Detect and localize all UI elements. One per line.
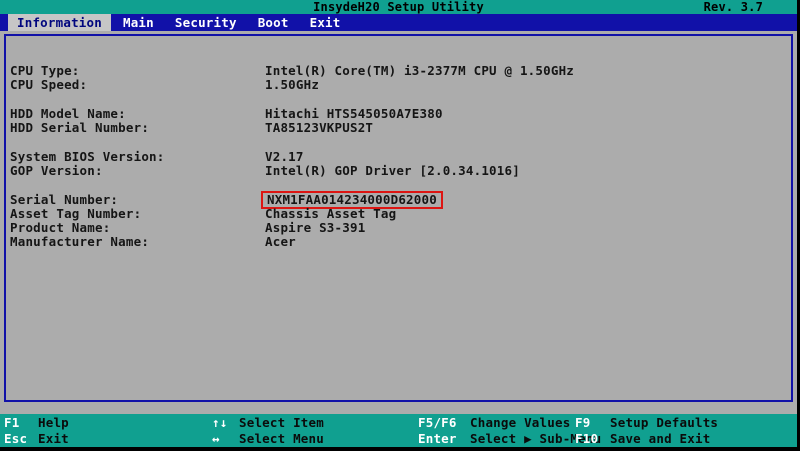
help-select-item: ↑↓ Select Item	[212, 415, 418, 431]
field-label: System BIOS Version:	[10, 149, 165, 164]
app-title: InsydeH20 Setup Utility	[313, 0, 484, 14]
help-bar: F1 Help ↑↓ Select Item F5/F6 Change Values …	[0, 414, 797, 447]
help-label: Help	[38, 415, 69, 430]
product-group: Serial Number: NXM1FAA014234000D62000 As…	[10, 191, 791, 249]
title-bar: InsydeH20 Setup Utility Rev. 3.7	[0, 0, 797, 14]
help-select-menu: ↔ Select Menu	[212, 431, 418, 447]
field-label: GOP Version:	[10, 163, 103, 178]
field-label: CPU Speed:	[10, 77, 88, 92]
help-f5-f6: F5/F6 Change Values	[418, 415, 575, 431]
tab-main[interactable]: Main	[114, 14, 163, 31]
field-label: HDD Model Name:	[10, 106, 126, 121]
help-enter: Enter Select ▶ Sub-Menu	[418, 431, 601, 447]
arrows-left-right-icon: ↔	[212, 431, 220, 446]
field-label: Asset Tag Number:	[10, 206, 142, 221]
content-area: CPU Type: Intel(R) Core(TM) i3-2377M CPU…	[0, 31, 797, 414]
hdd-group: HDD Model Name: Hitachi HTS545050A7E380 …	[10, 107, 791, 135]
help-esc: Esc Exit	[0, 431, 212, 447]
field-label: HDD Serial Number:	[10, 120, 150, 135]
info-row-bios-version: System BIOS Version: V2.17	[10, 150, 791, 164]
info-row-serial-number: Serial Number: NXM1FAA014234000D62000	[10, 191, 791, 209]
field-value: V2.17	[265, 149, 304, 164]
bios-version-group: System BIOS Version: V2.17 GOP Version: …	[10, 150, 791, 178]
info-row-hdd-model: HDD Model Name: Hitachi HTS545050A7E380	[10, 107, 791, 121]
info-row-gop-version: GOP Version: Intel(R) GOP Driver [2.0.34…	[10, 164, 791, 178]
field-label: Product Name:	[10, 220, 111, 235]
info-row-product-name: Product Name: Aspire S3-391	[10, 221, 791, 235]
info-row-hdd-serial: HDD Serial Number: TA85123VKPUS2T	[10, 121, 791, 135]
cpu-group: CPU Type: Intel(R) Core(TM) i3-2377M CPU…	[10, 64, 791, 92]
help-label: Change Values	[470, 415, 571, 430]
info-row-asset-tag: Asset Tag Number: Chassis Asset Tag	[10, 207, 791, 221]
help-label: Select Menu	[239, 431, 324, 446]
field-value: Hitachi HTS545050A7E380	[265, 106, 443, 121]
info-row-manufacturer: Manufacturer Name: Acer	[10, 235, 791, 249]
field-value: Intel(R) Core(TM) i3-2377M CPU @ 1.50GHz	[265, 63, 575, 78]
help-label: Setup Defaults	[610, 415, 719, 430]
help-f10: F10 Save and Exit	[575, 431, 797, 447]
info-panel: CPU Type: Intel(R) Core(TM) i3-2377M CPU…	[4, 34, 793, 402]
help-f9: F9 Setup Defaults	[575, 415, 797, 431]
field-value: 1.50GHz	[265, 77, 320, 92]
info-row-cpu-speed: CPU Speed: 1.50GHz	[10, 78, 791, 92]
key-esc: Esc	[4, 431, 28, 446]
help-label: Save and Exit	[610, 431, 711, 446]
tab-boot[interactable]: Boot	[249, 14, 298, 31]
field-value: Chassis Asset Tag	[265, 206, 397, 221]
tab-exit[interactable]: Exit	[301, 14, 350, 31]
field-value: TA85123VKPUS2T	[265, 120, 374, 135]
help-label: Exit	[38, 431, 69, 446]
key-enter: Enter	[418, 431, 457, 446]
info-row-cpu-type: CPU Type: Intel(R) Core(TM) i3-2377M CPU…	[10, 64, 791, 78]
arrows-up-down-icon: ↑↓	[212, 415, 228, 430]
field-value: Intel(R) GOP Driver [2.0.34.1016]	[265, 163, 520, 178]
revision-label: Rev. 3.7	[703, 0, 763, 14]
bios-setup-screen: InsydeH20 Setup Utility Rev. 3.7 Informa…	[0, 0, 800, 451]
key-f5-f6: F5/F6	[418, 415, 457, 430]
help-label: Select Item	[239, 415, 324, 430]
field-label: CPU Type:	[10, 63, 80, 78]
field-value: Acer	[265, 234, 296, 249]
tab-information[interactable]: Information	[8, 14, 111, 31]
key-f9: F9	[575, 415, 591, 430]
field-value: Aspire S3-391	[265, 220, 366, 235]
tab-security[interactable]: Security	[166, 14, 246, 31]
field-label: Manufacturer Name:	[10, 234, 150, 249]
field-label: Serial Number:	[10, 192, 119, 207]
help-f1: F1 Help	[0, 415, 212, 431]
key-f1: F1	[4, 415, 20, 430]
key-f10: F10	[575, 431, 599, 446]
menu-bar: Information Main Security Boot Exit	[0, 14, 797, 31]
